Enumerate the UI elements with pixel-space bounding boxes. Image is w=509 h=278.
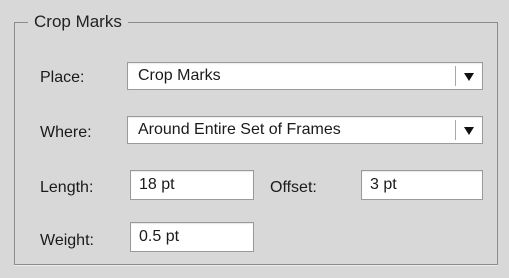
- place-dropdown-arrow[interactable]: [455, 66, 482, 86]
- weight-label: Weight:: [40, 232, 94, 249]
- offset-field[interactable]: 3 pt: [361, 170, 483, 200]
- offset-label: Offset:: [270, 179, 317, 196]
- where-selected-value: Around Entire Set of Frames: [138, 121, 341, 138]
- place-dropdown[interactable]: Crop Marks: [127, 62, 483, 90]
- weight-value: 0.5 pt: [139, 228, 180, 245]
- chevron-down-icon: [464, 73, 474, 81]
- offset-value: 3 pt: [370, 176, 397, 193]
- place-selected-value: Crop Marks: [138, 67, 221, 84]
- where-dropdown-arrow[interactable]: [455, 120, 482, 140]
- crop-marks-panel: Crop Marks Place: Crop Marks Where: Arou…: [0, 0, 509, 278]
- length-label: Length:: [40, 179, 94, 196]
- length-value: 18 pt: [139, 176, 175, 193]
- weight-field[interactable]: 0.5 pt: [130, 222, 254, 252]
- length-field[interactable]: 18 pt: [130, 170, 254, 200]
- where-label: Where:: [40, 124, 92, 141]
- place-label: Place:: [40, 69, 85, 86]
- group-title: Crop Marks: [28, 11, 128, 33]
- chevron-down-icon: [464, 127, 474, 135]
- where-dropdown[interactable]: Around Entire Set of Frames: [127, 116, 483, 144]
